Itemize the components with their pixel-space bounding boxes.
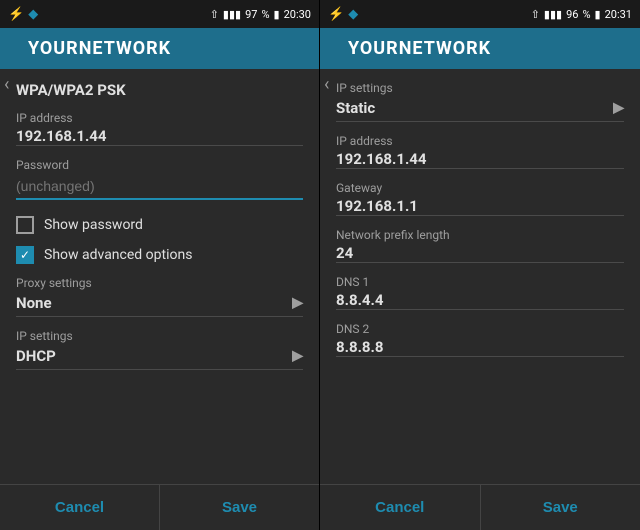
right-signal-icon: ▮▮▮ — [544, 8, 562, 21]
left-cancel-button[interactable]: Cancel — [0, 485, 160, 530]
right-app-header: YOURNETWORK — [320, 28, 640, 69]
right-content-area: IP settings Static ▶ IP address 192.168.… — [320, 69, 640, 484]
right-save-button[interactable]: Save — [481, 485, 640, 530]
left-battery-icon: ▮ — [274, 8, 280, 21]
proxy-settings-dropdown[interactable]: Proxy settings None ▶ — [16, 276, 303, 317]
security-type-label: WPA/WPA2 PSK — [16, 81, 303, 99]
left-footer-buttons: Cancel Save — [0, 484, 319, 530]
right-status-bar: ⚡ ◆ ⇧ ▮▮▮ 96% ▮ 20:31 — [320, 0, 640, 28]
right-status-right: ⇧ ▮▮▮ 96% ▮ 20:31 — [531, 8, 632, 21]
right-ip-settings-selected: Static — [336, 99, 375, 117]
right-status-icons: ⚡ ◆ — [328, 7, 358, 22]
password-input[interactable] — [16, 174, 303, 200]
show-password-row[interactable]: Show password — [16, 216, 303, 234]
right-gateway-value: 192.168.1.1 — [336, 197, 624, 216]
right-battery-value: 96 — [566, 8, 578, 21]
right-footer-buttons: Cancel Save — [320, 484, 640, 530]
back-arrow-icon[interactable]: ‹ — [0, 66, 13, 103]
show-advanced-label: Show advanced options — [44, 247, 192, 263]
left-signal-icon: ▮▮▮ — [223, 8, 241, 21]
right-app-icon: ◆ — [348, 7, 358, 22]
left-status-bar: ⚡ ◆ ⇧ ▮▮▮ 97% ▮ 20:30 — [0, 0, 319, 28]
proxy-selected-value: None — [16, 294, 52, 312]
left-ip-settings-label: IP settings — [16, 329, 303, 343]
right-cancel-button[interactable]: Cancel — [320, 485, 481, 530]
password-label: Password — [16, 158, 303, 172]
ip-address-value: 192.168.1.44 — [16, 127, 303, 146]
show-advanced-checkbox[interactable]: ✓ — [16, 246, 34, 264]
left-app-header: YOURNETWORK — [0, 28, 319, 69]
left-content-area: WPA/WPA2 PSK IP address 192.168.1.44 Pas… — [0, 69, 319, 484]
left-phone-panel: ⚡ ◆ ⇧ ▮▮▮ 97% ▮ 20:30 ‹ YOURNETWORK WPA/… — [0, 0, 320, 530]
right-ip-settings-label: IP settings — [336, 81, 624, 95]
right-network-prefix-value: 24 — [336, 244, 624, 263]
ip-settings-selected-value: DHCP — [16, 347, 56, 365]
left-status-right: ⇧ ▮▮▮ 97% ▮ 20:30 — [210, 8, 311, 21]
ip-settings-value-display[interactable]: DHCP ▶ — [16, 347, 303, 370]
proxy-dropdown-arrow-icon: ▶ — [292, 295, 303, 311]
ip-settings-dropdown[interactable]: IP settings DHCP ▶ — [16, 329, 303, 370]
left-time: 20:30 — [284, 8, 311, 21]
right-battery-icon: ▮ — [595, 8, 601, 21]
right-wifi-icon: ⇧ — [531, 8, 540, 21]
left-header-title: YOURNETWORK — [28, 38, 303, 59]
left-wifi-icon: ⇧ — [210, 8, 219, 21]
right-ip-settings-value-display[interactable]: Static ▶ — [336, 99, 624, 122]
right-ip-settings-dropdown[interactable]: IP settings Static ▶ — [336, 81, 624, 122]
right-dns2-label: DNS 2 — [336, 322, 624, 336]
show-password-checkbox[interactable] — [16, 216, 34, 234]
right-ip-dropdown-arrow-icon: ▶ — [613, 100, 624, 116]
ip-address-label: IP address — [16, 111, 303, 125]
right-usb-icon: ⚡ — [328, 7, 344, 22]
proxy-label: Proxy settings — [16, 276, 303, 290]
left-battery-value: 97 — [245, 8, 257, 21]
right-phone-panel: ⚡ ◆ ⇧ ▮▮▮ 96% ▮ 20:31 ‹ YOURNETWORK IP s… — [320, 0, 640, 530]
right-ip-address-label: IP address — [336, 134, 624, 148]
show-advanced-row[interactable]: ✓ Show advanced options — [16, 246, 303, 264]
usb-icon: ⚡ — [8, 7, 24, 22]
left-status-icons: ⚡ ◆ — [8, 7, 38, 22]
right-gateway-label: Gateway — [336, 181, 624, 195]
left-save-button[interactable]: Save — [160, 485, 319, 530]
right-header-title: YOURNETWORK — [348, 38, 624, 59]
right-network-prefix-label: Network prefix length — [336, 228, 624, 242]
right-ip-address-value: 192.168.1.44 — [336, 150, 624, 169]
show-password-label: Show password — [44, 217, 143, 233]
right-dns1-value: 8.8.4.4 — [336, 291, 624, 310]
ip-settings-dropdown-arrow-icon: ▶ — [292, 348, 303, 364]
proxy-value-display[interactable]: None ▶ — [16, 294, 303, 317]
right-dns1-label: DNS 1 — [336, 275, 624, 289]
right-time: 20:31 — [605, 8, 632, 21]
right-back-arrow-icon[interactable]: ‹ — [320, 66, 333, 103]
right-dns2-value: 8.8.8.8 — [336, 338, 624, 357]
app-icon: ◆ — [28, 7, 38, 22]
